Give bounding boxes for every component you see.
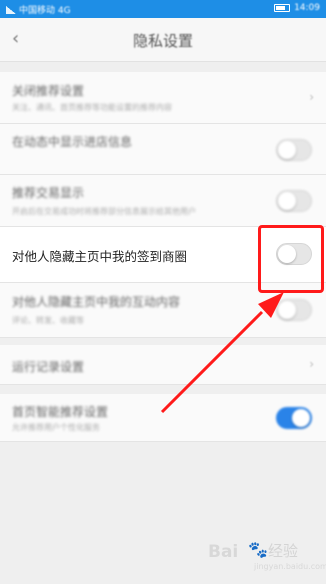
baidu-jingyan-watermark: Bai 🐾 经验 jingyan.baidu.com: [208, 534, 326, 578]
page-title: 隐私设置: [132, 32, 193, 50]
toggle-switch[interactable]: [276, 139, 312, 161]
signal-icon: [6, 5, 16, 14]
nav-bar: ‹ 隐私设置: [0, 18, 326, 62]
toggle-knob: [278, 301, 296, 319]
status-bar-right: 14:09: [274, 3, 320, 13]
chevron-right-icon: ›: [309, 90, 314, 104]
paw-icon: 🐾: [248, 540, 268, 559]
row-run-record-settings[interactable]: 运行记录设置 ›: [0, 345, 326, 385]
row-title: 关闭推荐设置: [12, 84, 85, 98]
row-store-visit-toggle[interactable]: 在动态中显示进店信息: [0, 124, 326, 175]
status-bar: 中国移动 4G 14:09: [0, 0, 326, 18]
highlight-box: [258, 225, 324, 293]
toggle-switch[interactable]: [276, 299, 312, 321]
row-title: 运行记录设置: [12, 360, 85, 374]
watermark-logo: Bai: [208, 542, 239, 562]
status-bar-left: 中国移动 4G: [6, 3, 71, 16]
toggle-knob: [278, 141, 296, 159]
chevron-right-icon: ›: [309, 357, 314, 371]
row-recommend-settings[interactable]: 关闭推荐设置 关注、通讯、首页推荐等功能设置的推荐内容 ›: [0, 72, 326, 124]
battery-icon: [274, 4, 291, 12]
row-subtitle: 关注、通讯、首页推荐等功能设置的推荐内容: [12, 103, 172, 112]
settings-group-2: 运行记录设置 ›: [0, 345, 326, 385]
row-subtitle: 开启后在交易成功时将推荐部分信息展示给其他用户: [12, 207, 196, 216]
toggle-switch[interactable]: [276, 407, 312, 429]
row-title: 对他人隐藏主页中我的互动内容: [12, 295, 181, 309]
row-subtitle: 允许推荐用户个性化服务: [12, 423, 100, 432]
row-title: 首页智能推荐设置: [12, 405, 109, 419]
row-smart-recommend-toggle[interactable]: 首页智能推荐设置 允许推荐用户个性化服务: [0, 394, 326, 442]
carrier-text: 中国移动 4G: [19, 6, 71, 16]
row-subtitle: 评论、转发、收藏等: [12, 316, 84, 325]
watermark-text: 经验: [268, 542, 299, 560]
row-title: 在动态中显示进店信息: [12, 135, 133, 149]
watermark-url: jingyan.baidu.com: [254, 562, 326, 571]
settings-group-1: 关闭推荐设置 关注、通讯、首页推荐等功能设置的推荐内容 › 在动态中显示进店信息…: [0, 72, 326, 338]
settings-group-3: 首页智能推荐设置 允许推荐用户个性化服务: [0, 394, 326, 442]
toggle-switch[interactable]: [276, 190, 312, 212]
clock-text: 14:09: [294, 3, 320, 13]
row-title: 对他人隐藏主页中我的签到商圈: [12, 249, 188, 264]
toggle-knob: [292, 409, 310, 427]
row-title: 推荐交易显示: [12, 186, 85, 200]
row-trade-display-toggle[interactable]: 推荐交易显示 开启后在交易成功时将推荐部分信息展示给其他用户: [0, 175, 326, 227]
toggle-knob: [278, 192, 296, 210]
